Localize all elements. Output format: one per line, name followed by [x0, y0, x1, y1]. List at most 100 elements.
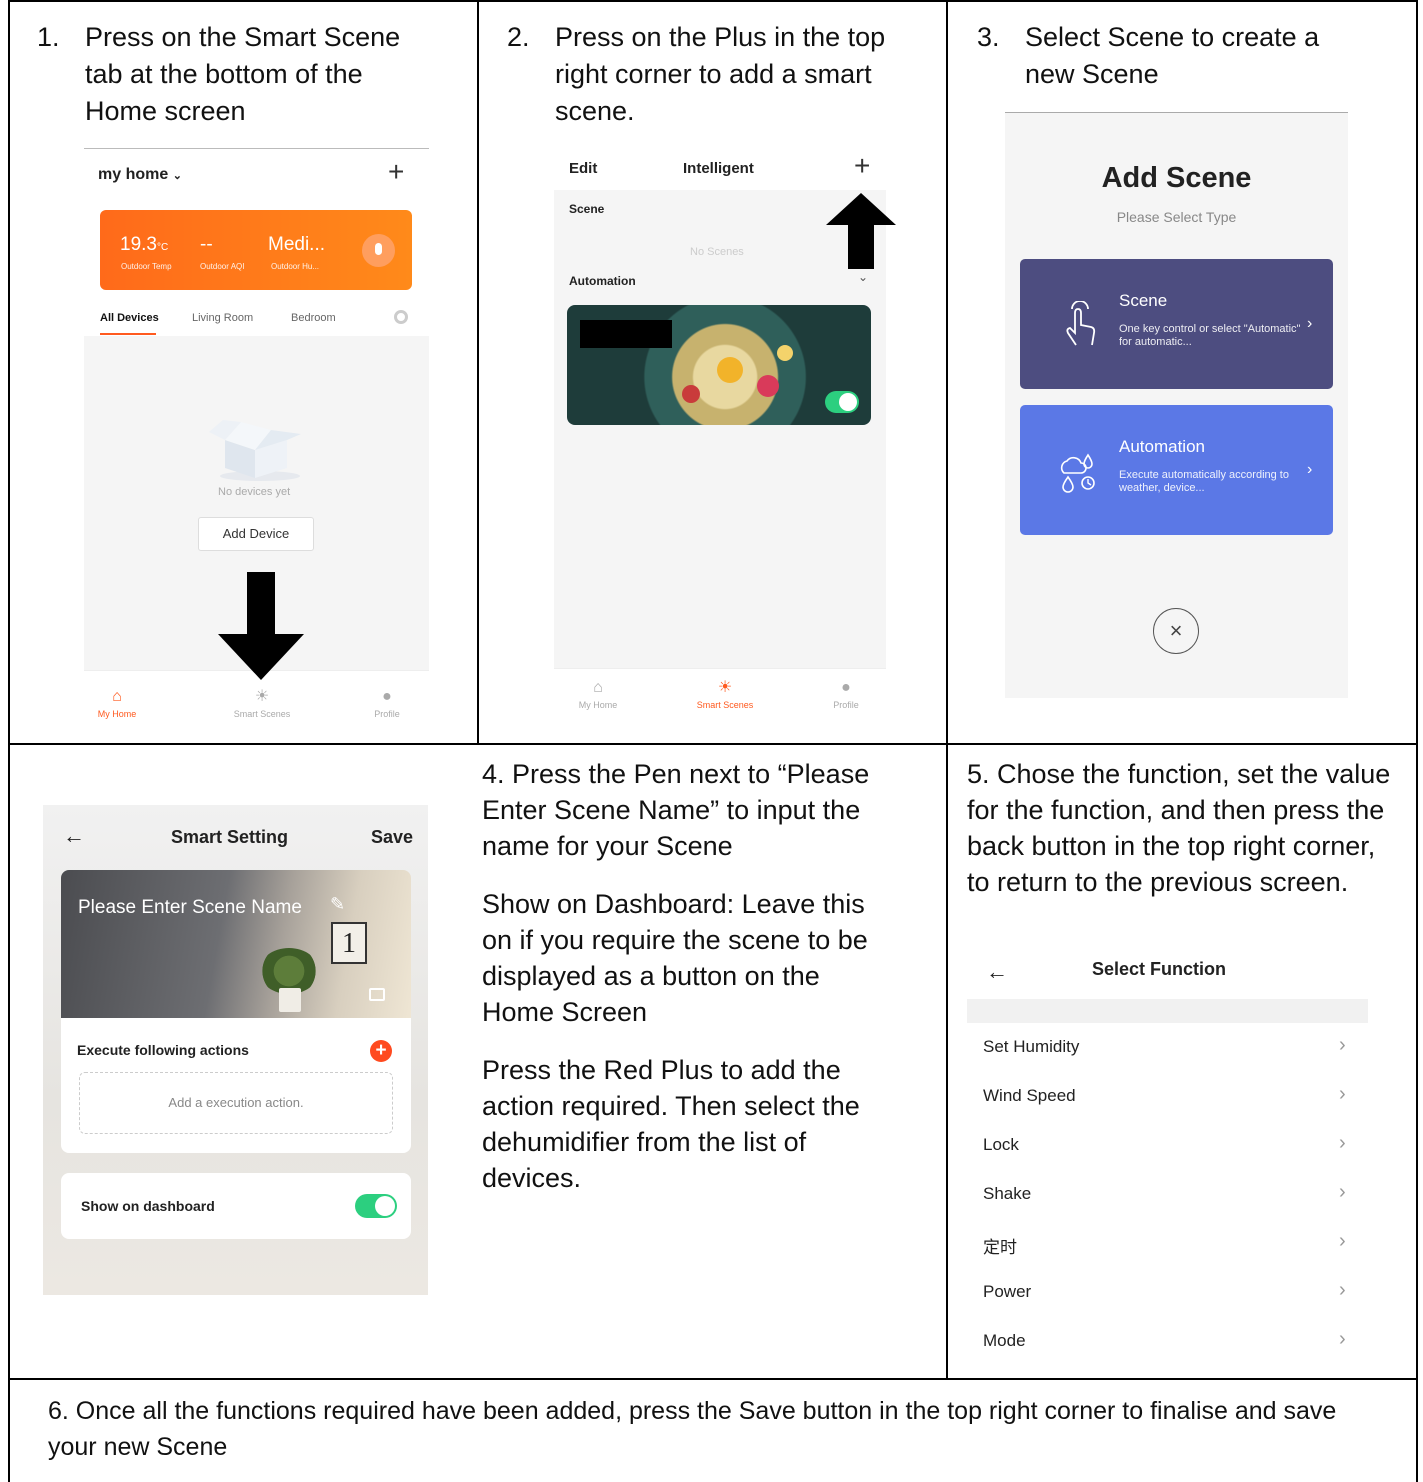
temp-unit: °C: [156, 242, 169, 253]
show-dashboard-toggle[interactable]: [355, 1194, 397, 1218]
tabbar-profile[interactable]: ● Profile: [806, 679, 886, 711]
table-row-divider-1: [8, 743, 1418, 745]
home-icon: ⌂: [593, 679, 603, 696]
humidity-value: Medi...: [268, 234, 326, 255]
back-arrow-icon[interactable]: ←: [986, 959, 1008, 985]
sun-icon: ☀: [254, 688, 270, 705]
profile-icon: ●: [382, 688, 392, 705]
add-device-button[interactable]: Add Device: [198, 517, 314, 551]
automation-toggle[interactable]: [825, 391, 859, 413]
tabbar-smart-scenes[interactable]: ☀ Smart Scenes: [222, 688, 302, 720]
chevron-right-icon: ›: [1339, 1132, 1346, 1154]
function-label: Set Humidity: [983, 1037, 1080, 1056]
sun-icon: ☀: [717, 679, 733, 696]
screen-3-top-line: [1005, 112, 1348, 113]
microphone-icon[interactable]: [362, 234, 395, 267]
chevron-right-icon: ›: [1307, 461, 1313, 478]
automation-type-card[interactable]: Automation Execute automatically accordi…: [1020, 405, 1333, 535]
scene-name-placeholder[interactable]: Please Enter Scene Name: [78, 897, 302, 919]
chevron-right-icon: ›: [1339, 1181, 1346, 1203]
chevron-down-icon[interactable]: ⌄: [858, 270, 868, 284]
screen-1-top-line: [84, 148, 429, 149]
step-3-instruction: Select Scene to create a new Scene: [1025, 22, 1320, 89]
chevron-right-icon: ›: [1307, 315, 1313, 332]
chevron-right-icon: ›: [1339, 1034, 1346, 1056]
automation-section-title: Automation: [569, 274, 636, 288]
tab-bedroom[interactable]: Bedroom: [291, 312, 336, 324]
step-5-text: 5. Chose the function, set the value for…: [967, 759, 1391, 897]
function-label: Lock: [983, 1135, 1019, 1154]
chevron-right-icon: ›: [1339, 1279, 1346, 1301]
function-item-mode[interactable]: Mode ›: [967, 1317, 1368, 1366]
smart-setting-title: Smart Setting: [171, 827, 289, 847]
table-col-divider-2: [946, 0, 948, 1380]
add-scene-title: Add Scene: [1101, 162, 1252, 194]
back-arrow-icon[interactable]: ←: [63, 823, 85, 849]
automation-card-description: Execute automatically according to weath…: [1119, 469, 1289, 494]
chevron-down-icon: ⌄: [172, 170, 182, 182]
table-row-divider-2: [8, 1378, 1418, 1380]
function-item-shake[interactable]: Shake ›: [967, 1170, 1368, 1219]
step-2-instruction: Press on the Plus in the top right corne…: [555, 22, 886, 126]
chevron-right-icon: ›: [1339, 1230, 1346, 1252]
food-detail: [717, 357, 743, 383]
tab-living-room[interactable]: Living Room: [192, 312, 253, 324]
food-detail: [682, 385, 700, 403]
tabbar-my-home[interactable]: ⌂ My Home: [558, 679, 638, 711]
function-label: Wind Speed: [983, 1086, 1076, 1105]
tab-all-devices[interactable]: All Devices: [100, 312, 159, 324]
tabbar-profile[interactable]: ● Profile: [347, 688, 427, 720]
function-item-timer[interactable]: 定时 ›: [967, 1219, 1368, 1268]
add-scene-subtitle: Please Select Type: [1116, 209, 1237, 225]
tabbar-label: Profile: [374, 709, 400, 719]
no-devices-text: No devices yet: [218, 486, 291, 498]
tabbar-my-home[interactable]: ⌂ My Home: [77, 688, 157, 720]
function-item-wind-speed[interactable]: Wind Speed ›: [967, 1072, 1368, 1121]
home-icon: ⌂: [112, 688, 122, 705]
redacted-label: [580, 320, 672, 348]
save-button[interactable]: Save: [371, 827, 413, 848]
add-scene-icon[interactable]: +: [854, 152, 870, 180]
active-tab-indicator: [100, 333, 156, 335]
temp-label: Outdoor Temp: [121, 262, 172, 271]
show-dashboard-label: Show on dashboard: [81, 1198, 215, 1214]
tabbar-label: My Home: [578, 700, 618, 710]
screen-2-tabbar: ⌂ My Home ☀ Smart Scenes ● Profile: [554, 668, 886, 726]
image-picker-icon[interactable]: [369, 988, 385, 1001]
table-col-divider-1: [477, 0, 479, 745]
weather-card: 19.3°C -- Medi... Outdoor Temp Outdoor A…: [100, 210, 412, 290]
close-icon[interactable]: ×: [1153, 608, 1199, 654]
home-selector[interactable]: my home ⌄: [98, 166, 182, 184]
step-1-instruction: Press on the Smart Scene tab at the bott…: [85, 22, 401, 126]
profile-icon: ●: [841, 679, 851, 696]
function-label: Shake: [983, 1184, 1032, 1203]
step-2-number: 2.: [507, 22, 530, 52]
tabbar-smart-scenes[interactable]: ☀ Smart Scenes: [685, 679, 765, 711]
add-action-icon[interactable]: +: [370, 1040, 392, 1062]
function-item-set-humidity[interactable]: Set Humidity ›: [967, 1023, 1368, 1072]
edit-pen-icon[interactable]: ✎: [330, 894, 345, 915]
humidity-label: Outdoor Hu...: [271, 262, 320, 271]
scene-card-title: Scene: [1119, 291, 1168, 310]
aqi-label: Outdoor AQI: [200, 262, 245, 271]
weather-icon: [1060, 453, 1095, 493]
step-4-paragraph-2: Show on Dashboard: Leave this on if you …: [482, 889, 868, 1027]
edit-button[interactable]: Edit: [569, 160, 597, 177]
screen-4-smart-setting: ← Smart Setting Save Please Enter Scene …: [43, 805, 428, 1295]
add-icon[interactable]: +: [388, 158, 404, 186]
function-item-power[interactable]: Power ›: [967, 1268, 1368, 1317]
function-label: Mode: [983, 1331, 1026, 1350]
scene-type-card[interactable]: Scene One key control or select "Automat…: [1020, 259, 1333, 389]
calendar-figure: 1: [331, 922, 367, 964]
step-4-paragraph-3: Press the Red Plus to add the action req…: [482, 1055, 860, 1193]
touch-icon: [1066, 301, 1096, 346]
room-settings-icon[interactable]: [394, 310, 408, 324]
home-title: my home: [98, 166, 169, 183]
up-arrow-annotation: [826, 193, 896, 269]
tabbar-label: Smart Scenes: [696, 700, 754, 710]
tabbar-label: Profile: [833, 700, 859, 710]
step-6-text: 6. Once all the functions required have …: [48, 1397, 1337, 1461]
tabbar-label: Smart Scenes: [233, 709, 291, 719]
function-item-lock[interactable]: Lock ›: [967, 1121, 1368, 1170]
add-action-placeholder[interactable]: Add a execution action.: [79, 1072, 393, 1134]
